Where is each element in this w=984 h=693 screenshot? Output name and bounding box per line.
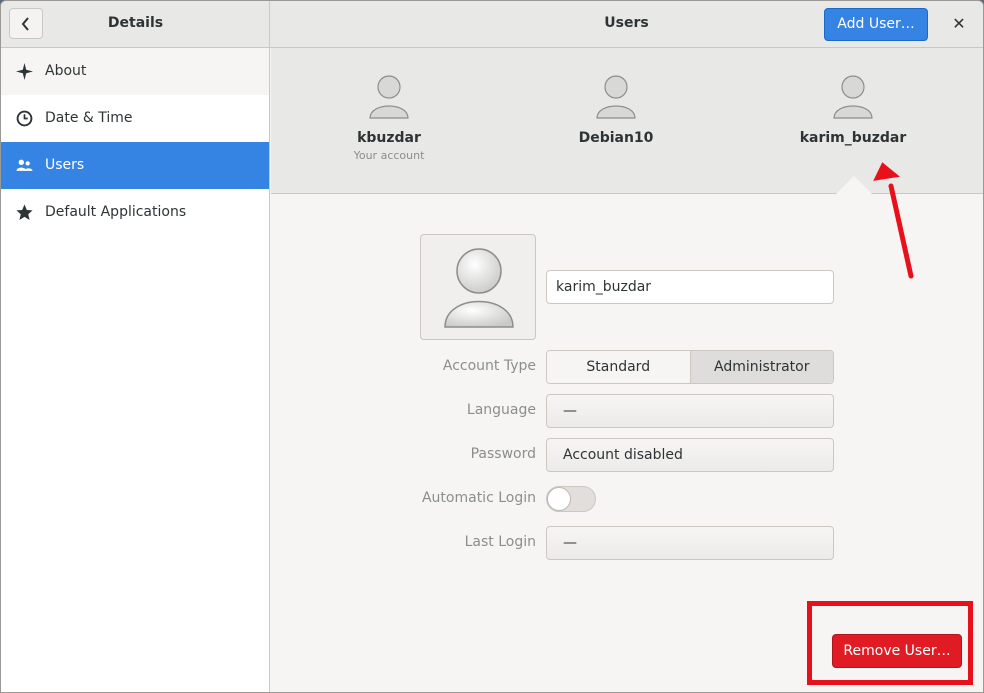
sidebar-item-users[interactable]: Users xyxy=(1,142,269,189)
annotation-arrow-icon xyxy=(873,162,914,279)
header-bar: Details Users Add User… ✕ xyxy=(1,1,983,48)
user-avatar-icon xyxy=(444,248,514,328)
automatic-login-switch[interactable] xyxy=(546,486,596,512)
switch-knob xyxy=(547,487,571,511)
user-card-kbuzdar[interactable]: kbuzdar Your account xyxy=(309,74,469,162)
automatic-login-label: Automatic Login xyxy=(421,490,536,506)
add-user-button[interactable]: Add User… xyxy=(824,8,928,41)
sidebar-item-default-applications[interactable]: Default Applications xyxy=(1,189,269,236)
sidebar-item-label: About xyxy=(45,63,87,79)
account-type-toggle[interactable]: Standard Administrator xyxy=(546,350,834,384)
annotation-highlight-box xyxy=(807,601,973,685)
account-type-administrator-button[interactable]: Administrator xyxy=(690,351,833,383)
account-type-standard-button[interactable]: Standard xyxy=(547,351,691,383)
password-button[interactable]: Account disabled xyxy=(546,438,834,472)
sidebar-item-date-time[interactable]: Date & Time xyxy=(1,95,269,142)
account-type-label: Account Type xyxy=(442,358,536,374)
password-label: Password xyxy=(470,446,536,462)
language-button[interactable]: — xyxy=(546,394,834,428)
last-login-label: Last Login xyxy=(464,534,536,550)
sidebar-item-about[interactable]: About xyxy=(1,48,269,95)
language-label: Language xyxy=(466,402,536,418)
user-avatar-button[interactable] xyxy=(420,234,536,340)
sidebar-title: Details xyxy=(107,15,164,31)
last-login-button[interactable]: — xyxy=(546,526,834,560)
user-card-karim-buzdar[interactable]: karim_buzdar xyxy=(773,74,933,146)
sparkle-icon xyxy=(16,63,33,80)
user-subtitle: Your account xyxy=(353,149,425,162)
sidebar-item-label: Default Applications xyxy=(45,204,187,220)
close-button[interactable]: ✕ xyxy=(945,11,973,37)
sidebar-item-label: Users xyxy=(45,157,85,173)
users-icon xyxy=(16,159,33,171)
clock-icon xyxy=(16,110,33,127)
user-name: karim_buzdar xyxy=(799,130,907,146)
sidebar: About Date & Time Users Default Applicat… xyxy=(1,48,270,692)
user-avatar-icon xyxy=(833,75,873,119)
user-name: kbuzdar xyxy=(357,130,421,146)
username-field[interactable] xyxy=(546,270,834,304)
sidebar-item-label: Date & Time xyxy=(45,110,133,126)
user-name: Debian10 xyxy=(578,130,654,146)
star-icon xyxy=(16,204,33,220)
user-card-debian10[interactable]: Debian10 xyxy=(536,74,696,146)
sidebar-header: Details xyxy=(1,1,270,47)
settings-window: Details Users Add User… ✕ About Date & T… xyxy=(0,0,984,693)
user-avatar-icon xyxy=(596,75,636,119)
user-avatar-icon xyxy=(369,75,409,119)
close-icon: ✕ xyxy=(952,14,966,33)
